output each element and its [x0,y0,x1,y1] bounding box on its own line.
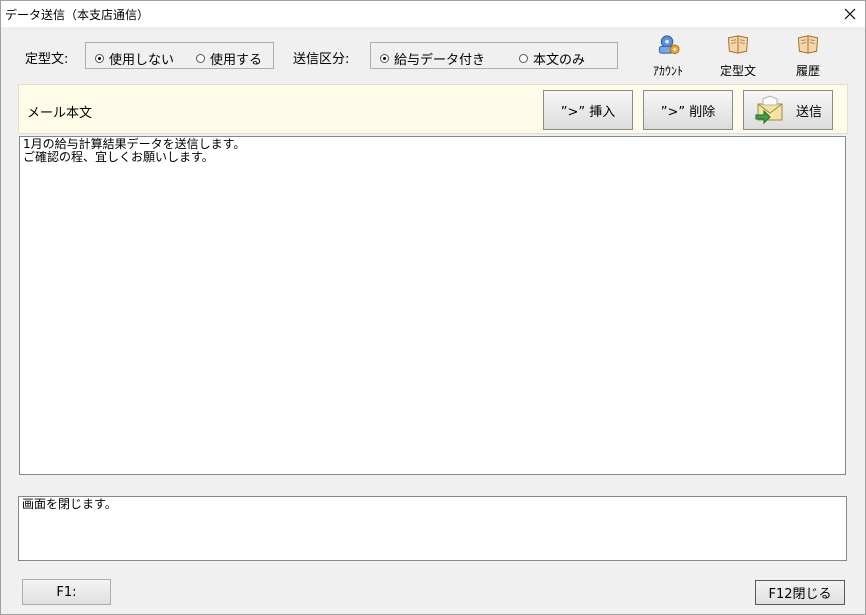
title-bar: データ送信（本支店通信） [1,1,865,27]
send-button[interactable]: 送信 [743,90,833,130]
history-label: 履歴 [795,64,820,78]
radio-label: 本文のみ [533,53,586,68]
f1-label: F1: [56,584,77,600]
insert-quote-button[interactable]: ”>” 挿入 [543,90,633,130]
radio-dot [519,54,528,63]
delete-quote-label: ”>” 削除 [660,104,716,120]
template-label: 定型文 [719,64,756,78]
send-type-radio-group: 給与データ付き 本文のみ [370,42,618,69]
radio-template-used[interactable]: 使用する [196,49,262,68]
template-label: 定型文: [25,52,69,67]
window-title: データ送信（本支店通信） [5,8,150,22]
close-f12-label: F12閉じる [768,587,832,602]
mail-body-label: メール本文 [27,106,93,121]
radio-dot [380,54,389,63]
account-settings-icon [658,35,680,55]
insert-quote-label: ”>” 挿入 [560,104,616,120]
radio-label: 給与データ付き [394,53,486,68]
template-book-icon [727,35,749,54]
delete-quote-button[interactable]: ”>” 削除 [643,90,733,130]
account-label: ｱｶｳﾝﾄ [652,64,683,78]
mail-header: メール本文 ”>” 挿入 ”>” 削除 送信 [18,84,848,134]
close-icon [844,8,856,20]
radio-dot [95,54,104,63]
history-button[interactable]: 履歴 [780,31,836,79]
data-send-window: データ送信（本支店通信） 定型文: 使用しない 使用する 送信区分: 給与データ… [0,0,866,615]
radio-template-unused[interactable]: 使用しない [95,49,174,68]
send-mail-icon [755,95,783,125]
history-book-icon [797,35,819,54]
send-type-label: 送信区分: [293,52,350,67]
mail-body-textarea[interactable]: 1月の給与計算結果データを送信します。 ご確認の程、宜しくお願いします。 [19,136,846,475]
f1-button[interactable]: F1: [22,579,111,605]
radio-label: 使用する [210,53,263,68]
template-radio-group: 使用しない 使用する [85,42,274,69]
account-button[interactable]: ｱｶｳﾝﾄ [640,31,696,79]
status-message-box: 画面を閉じます。 [18,496,847,561]
radio-body-only[interactable]: 本文のみ [519,49,585,68]
close-button[interactable] [835,1,865,27]
template-button[interactable]: 定型文 [710,31,766,79]
radio-with-salary-data[interactable]: 給与データ付き [380,49,485,68]
send-label: 送信 [796,104,823,120]
radio-dot [196,54,205,63]
radio-label: 使用しない [109,53,175,68]
close-f12-button[interactable]: F12閉じる [755,580,845,605]
